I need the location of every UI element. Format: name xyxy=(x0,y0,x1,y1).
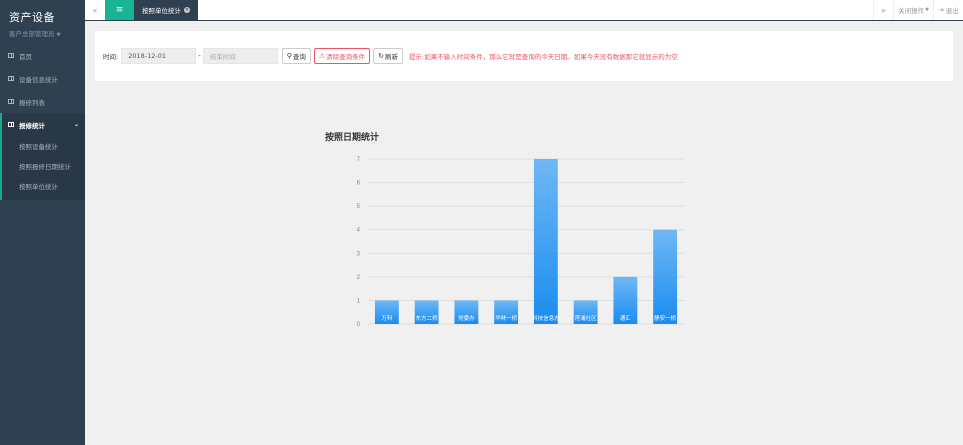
query-label: 查询 xyxy=(292,53,306,61)
refresh-button[interactable]: ↻ 刷新 xyxy=(373,48,404,64)
sidebar-brand: 资产设备 客户总部管理员 ▼ xyxy=(0,0,85,44)
category-label: 静安一桥 xyxy=(654,314,677,322)
caret-down-icon: ▼ xyxy=(56,32,61,38)
clear-label: 清除查询条件 xyxy=(326,53,366,61)
y-tick-label: 3 xyxy=(357,251,361,257)
subnav-item-by-unit[interactable]: 按照单位统计 xyxy=(2,176,85,196)
refresh-icon: ↻ xyxy=(378,52,385,60)
chart-canvas: 0 1 2 3 4 5 6 7 万科 东方二桥 党委办 华林一桥 科技信息办 莲浦社区 通汇 静安一桥 xyxy=(357,157,685,328)
tab-unit-stats[interactable]: 按照单位统计 ✕ xyxy=(134,0,198,20)
sign-out-icon: ⇥ xyxy=(938,6,944,14)
bar[interactable] xyxy=(533,159,558,324)
close-ops-dropdown[interactable]: 关闭操作 ▼ xyxy=(893,0,933,20)
double-chevron-left-icon: « xyxy=(92,5,98,15)
top-tab-bar: « ≡ 按照单位统计 ✕ » 关闭操作 ▼ ⇥ 退出 xyxy=(85,0,963,21)
y-tick-label: 4 xyxy=(357,228,361,234)
logout-button[interactable]: ⇥ 退出 xyxy=(933,0,963,20)
chart-title: 按照日期统计 xyxy=(325,133,380,143)
bar[interactable] xyxy=(653,229,678,324)
category-label: 万科 xyxy=(381,314,393,322)
sidebar-item-device-stats[interactable]: 设备信息统计 xyxy=(0,67,85,90)
sidebar-item-label: 首页 xyxy=(19,52,32,61)
double-chevron-right-icon: » xyxy=(881,5,886,15)
caret-down-icon: ▼ xyxy=(925,7,929,13)
search-icon: ⚲ xyxy=(286,52,292,60)
category-label: 莲浦社区 xyxy=(575,314,598,322)
end-date-input[interactable]: 结束时间 xyxy=(202,48,278,64)
sidebar-item-repair-stats[interactable]: 报修统计 ⌄ xyxy=(0,113,85,136)
bar-chart: 按照日期统计 0 1 2 3 4 5 6 7 万科 东方二桥 党委办 华林一桥 科技信息办 莲浦社区 通汇 静… xyxy=(320,125,700,335)
category-label: 华林一桥 xyxy=(495,314,518,322)
warning-icon: ⚠ xyxy=(318,52,326,60)
scroll-left-button[interactable]: « xyxy=(85,0,105,20)
hamburger-icon: ≡ xyxy=(115,5,124,15)
range-separator: - xyxy=(198,52,201,60)
sidebar-item-repair-list[interactable]: 报修列表 xyxy=(0,90,85,113)
user-role-dropdown[interactable]: 客户总部管理员 ▼ xyxy=(9,28,85,38)
columns-icon xyxy=(8,122,14,127)
y-tick-label: 0 xyxy=(357,322,361,328)
close-icon[interactable]: ✕ xyxy=(184,7,190,13)
tab-label: 按照单位统计 xyxy=(142,7,181,15)
chevron-down-icon: ⌄ xyxy=(73,121,79,128)
y-tick-label: 1 xyxy=(357,298,361,304)
y-tick-label: 7 xyxy=(357,157,361,163)
columns-icon xyxy=(8,53,14,58)
sidebar-item-home[interactable]: 首页 xyxy=(0,44,85,67)
category-label: 党委办 xyxy=(458,314,475,322)
user-role-label: 客户总部管理员 xyxy=(9,30,55,38)
time-label: 时间: xyxy=(103,53,119,61)
sidebar-item-label: 报修统计 xyxy=(19,121,45,130)
start-date-input[interactable]: 2018-12-01 xyxy=(121,48,197,64)
category-label: 东方二桥 xyxy=(416,314,439,322)
clear-conditions-button[interactable]: ⚠ 清除查询条件 xyxy=(313,48,371,64)
sidebar-item-label: 设备信息统计 xyxy=(19,75,58,84)
y-tick-label: 6 xyxy=(357,181,361,187)
app-title: 资产设备 xyxy=(9,11,55,24)
category-label: 科技信息办 xyxy=(532,314,560,322)
query-button[interactable]: ⚲ 查询 xyxy=(281,48,311,64)
close-ops-label: 关闭操作 xyxy=(898,7,925,15)
menu-toggle-button[interactable]: ≡ xyxy=(105,0,134,20)
sidebar-item-label: 报修列表 xyxy=(19,98,45,107)
sidebar-subnav: 按照设备统计 按照报修日期统计 按照单位统计 xyxy=(0,136,85,200)
hint-text: 提示:如果不输入时间条件，那么它就是查询的今天日期。如果今天没有数据那它就显示的… xyxy=(409,53,678,61)
search-panel: 时间: 2018-12-01 - 结束时间 ⚲ 查询 ⚠ 清除查询条件 ↻ 刷新 提示… xyxy=(95,31,953,81)
columns-icon xyxy=(8,76,14,81)
scroll-right-button[interactable]: » xyxy=(873,0,893,20)
subnav-item-by-date[interactable]: 按照报修日期统计 xyxy=(2,156,85,176)
y-tick-label: 5 xyxy=(357,204,361,210)
subnav-item-by-device[interactable]: 按照设备统计 xyxy=(2,136,85,156)
columns-icon xyxy=(8,99,14,104)
logout-label: 退出 xyxy=(945,7,959,15)
category-label: 通汇 xyxy=(620,314,632,322)
sidebar: 资产设备 客户总部管理员 ▼ 首页 设备信息统计 报修列表 报修统计 ⌄ 按照设备… xyxy=(0,0,85,445)
y-tick-label: 2 xyxy=(357,275,361,281)
refresh-label: 刷新 xyxy=(385,53,399,61)
